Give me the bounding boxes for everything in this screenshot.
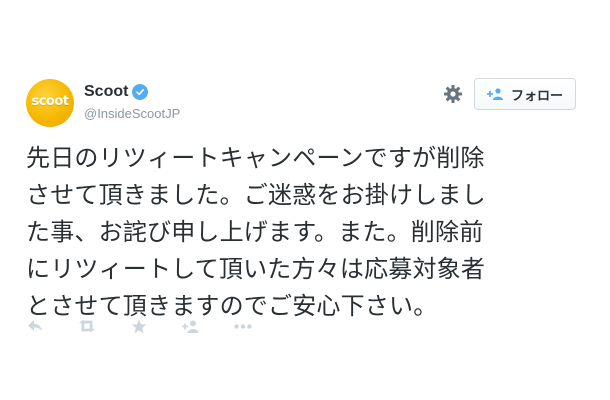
favorite-star-icon[interactable] <box>130 318 148 334</box>
follow-button-label: フォロー <box>510 88 563 104</box>
name-row: Scoot <box>84 83 149 101</box>
reply-icon[interactable] <box>26 318 44 334</box>
tweet-actions <box>26 318 252 334</box>
retweet-icon[interactable] <box>78 318 96 334</box>
person-add-icon <box>486 88 505 100</box>
avatar-logo-text: scoot <box>31 94 69 109</box>
tweet-text: 先日のリツィートキャンペーンですが削除 させて頂きました。ご迷惑をお掛けしまし … <box>26 144 486 320</box>
user-handle[interactable]: @InsideScootJP <box>84 106 180 121</box>
verified-badge-icon <box>132 84 149 100</box>
display-name[interactable]: Scoot <box>84 83 128 101</box>
avatar[interactable]: scoot <box>26 79 74 127</box>
tweet-card: scoot Scoot @InsideScootJP フォロー 先日のリツィート… <box>0 0 610 400</box>
follow-button[interactable]: フォロー <box>474 78 576 110</box>
gear-icon[interactable] <box>442 83 464 105</box>
follow-icon[interactable] <box>182 318 200 334</box>
more-dots-icon[interactable] <box>234 318 252 334</box>
